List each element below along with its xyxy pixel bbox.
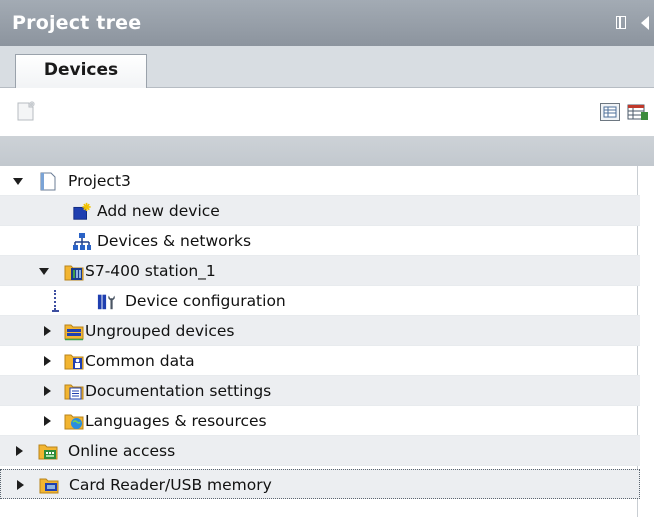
tree-item-label: Project3 — [68, 172, 131, 190]
tree-item-online-access[interactable]: Online access — [0, 436, 640, 466]
tree-item-label: Device configuration — [125, 292, 286, 310]
tree-item-s7-400-station[interactable]: S7-400 station_1 — [0, 256, 640, 286]
network-icon — [73, 233, 91, 250]
common-data-icon — [64, 354, 84, 370]
collapsed-arrow-icon[interactable] — [44, 386, 51, 396]
collapsed-arrow-icon[interactable] — [44, 356, 51, 366]
new-document-icon[interactable] — [16, 101, 38, 121]
tree-item-languages-resources[interactable]: Languages & resources — [0, 406, 640, 436]
collapsed-arrow-icon[interactable] — [17, 480, 24, 490]
project-tree: Project3 Add new device Devices & networ… — [0, 166, 654, 517]
tree-item-device-configuration[interactable]: Device configuration — [0, 286, 640, 316]
card-reader-icon — [39, 478, 59, 494]
tree-item-label: Languages & resources — [85, 412, 267, 430]
tree-item-label: Devices & networks — [97, 232, 252, 250]
tree-item-ungrouped-devices[interactable]: Ungrouped devices — [0, 316, 640, 346]
tree-connector-line — [52, 290, 59, 312]
collapsed-arrow-icon[interactable] — [44, 416, 51, 426]
device-config-icon — [97, 294, 115, 310]
collapsed-arrow-icon[interactable] — [16, 446, 23, 456]
add-device-icon — [73, 202, 91, 220]
toolbar — [0, 88, 654, 136]
tab-devices-label: Devices — [43, 60, 119, 80]
station-folder-icon — [64, 265, 84, 281]
tree-item-label: Card Reader/USB memory — [69, 476, 272, 494]
tree-item-common-data[interactable]: Common data — [0, 346, 640, 376]
tab-devices[interactable]: Devices — [15, 54, 147, 89]
tab-strip: Devices — [0, 46, 654, 89]
tree-item-project3[interactable]: Project3 — [0, 166, 640, 196]
project-icon — [40, 172, 56, 191]
collapsed-arrow-icon[interactable] — [44, 326, 51, 336]
tree-item-card-reader[interactable]: Card Reader/USB memory — [0, 469, 640, 499]
overview-icon[interactable] — [600, 103, 620, 121]
panel-title: Project tree — [12, 12, 142, 34]
tree-item-label: Ungrouped devices — [85, 322, 235, 340]
documentation-icon — [64, 384, 84, 400]
tree-item-label: Common data — [85, 352, 195, 370]
online-access-icon — [38, 444, 58, 460]
column-header — [0, 136, 654, 166]
tree-item-label: S7-400 station_1 — [85, 262, 216, 280]
panel-title-bar: Project tree — [0, 0, 654, 46]
tree-item-label: Online access — [68, 442, 176, 460]
expanded-arrow-icon[interactable] — [13, 178, 23, 185]
tree-item-add-new-device[interactable]: Add new device — [0, 196, 640, 226]
tree-item-documentation-settings[interactable]: Documentation settings — [0, 376, 640, 406]
collapse-left-icon[interactable] — [641, 16, 649, 30]
tree-item-label: Add new device — [97, 202, 220, 220]
ungrouped-devices-icon — [64, 324, 84, 341]
tree-item-label: Documentation settings — [85, 382, 272, 400]
tree-item-devices-networks[interactable]: Devices & networks — [0, 226, 640, 256]
expanded-arrow-icon[interactable] — [39, 268, 49, 275]
languages-icon — [64, 414, 84, 430]
project-tree-panel: Project tree Devices Project3 Add new de… — [0, 0, 654, 517]
pin-icon[interactable] — [616, 16, 626, 29]
detail-view-icon[interactable] — [627, 103, 649, 121]
